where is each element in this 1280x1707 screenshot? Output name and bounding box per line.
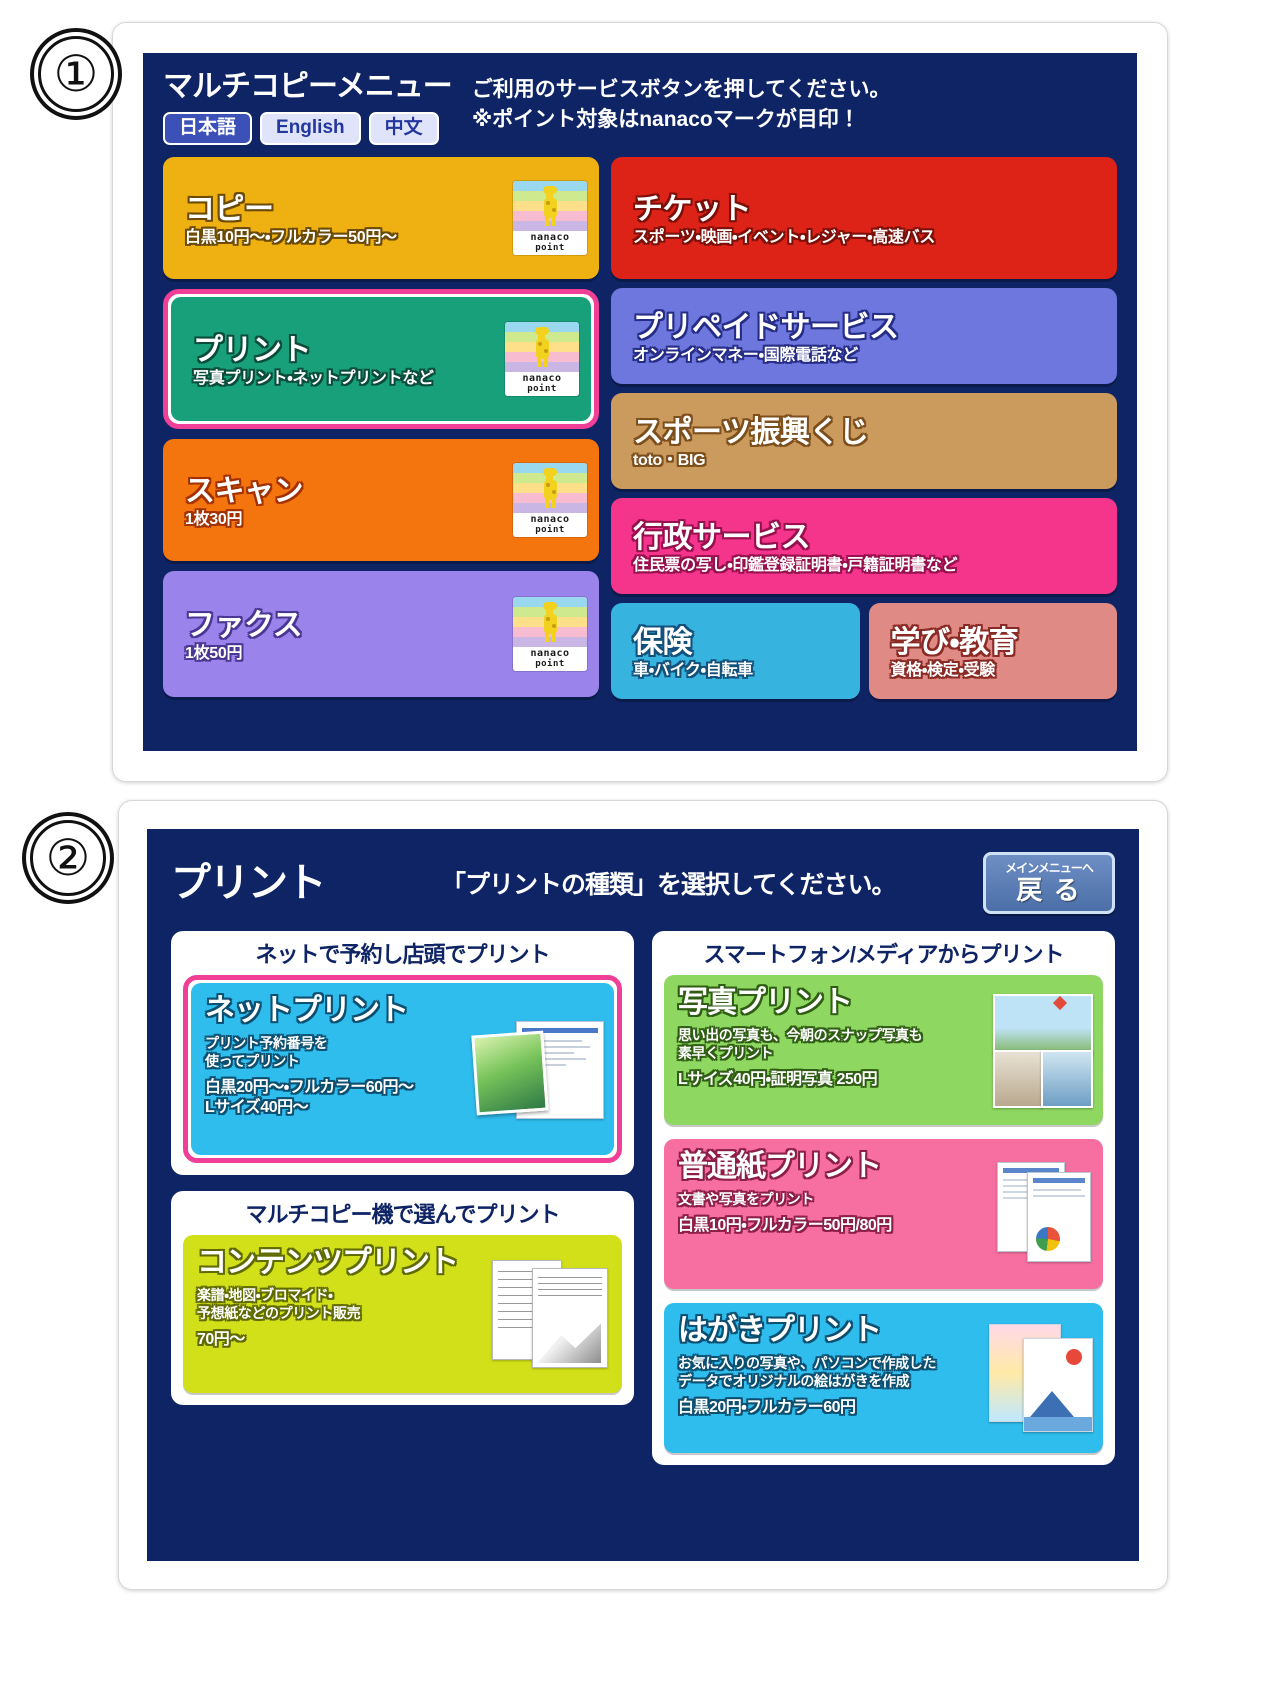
service-button-prepaid[interactable]: プリペイドサービス オンラインマネー・国際電話など xyxy=(611,288,1117,385)
card-content-print-price: 70円〜 xyxy=(197,1331,245,1349)
print-menu-screen: プリント 「プリントの種類」を選択してください。 メインメニューへ 戻 る ネッ… xyxy=(147,829,1139,1561)
content-thumb-icon xyxy=(492,1260,612,1369)
step-badge-1: ① xyxy=(30,28,122,120)
service-button-prepaid-title: プリペイドサービス xyxy=(633,310,899,344)
service-button-sports-lottery[interactable]: スポーツ振興くじ toto・BIG xyxy=(611,393,1117,490)
page-root: ① マルチコピーメニュー 日本語 English 中文 ご利用のサービスボタンを… xyxy=(0,0,1280,1707)
service-button-gov-services-desc: 住民票の写し・印鑑登録証明書・戸籍証明書など xyxy=(633,556,958,574)
service-button-gov-services[interactable]: 行政サービス 住民票の写し・印鑑登録証明書・戸籍証明書など xyxy=(611,498,1117,595)
group-multicopy-heading: マルチコピー機で選んでプリント xyxy=(245,1202,561,1228)
card-photo-print[interactable]: 写真プリント 思い出の写真も、今朝のスナップ写真も 素早くプリント Lサイズ40… xyxy=(664,975,1103,1126)
multicopy-menu-screen: マルチコピーメニュー 日本語 English 中文 ご利用のサービスボタンを押し… xyxy=(143,53,1137,751)
card-netprint-price: 白黒20円〜・フルカラー60円〜 Lサイズ40円〜 xyxy=(205,1078,414,1116)
screenshot-card-2: プリント 「プリントの種類」を選択してください。 メインメニューへ 戻 る ネッ… xyxy=(118,800,1168,1590)
print-right-column: スマートフォン/メディアからプリント 写真プリント 思い出の写真も、今朝のスナッ… xyxy=(652,931,1115,1466)
service-button-ticket-title: チケット xyxy=(633,192,752,226)
print-page-title: プリント xyxy=(171,861,327,905)
card-netprint[interactable]: ネットプリント プリント予約番号を 使ってプリント 白黒20円〜・フルカラー60… xyxy=(191,983,614,1156)
lang-button-zh[interactable]: 中文 xyxy=(368,111,439,146)
language-switcher: 日本語 English 中文 xyxy=(163,111,452,146)
step-badge-1-label: ① xyxy=(38,36,114,112)
print-left-column: ネットで予約し店頭でプリント ネットプリント プリント予約番号を 使ってプリント… xyxy=(171,931,634,1465)
service-button-sports-lottery-title: スポーツ振興くじ xyxy=(633,415,869,449)
nanaco-label-1: nanaco xyxy=(530,232,570,244)
service-button-insurance[interactable]: 保険 車・バイク・自転車 xyxy=(611,603,860,700)
nanaco-label-1: nanaco xyxy=(522,373,562,385)
menu-header-left: マルチコピーメニュー 日本語 English 中文 xyxy=(163,70,453,146)
card-plain-paper-print-title: 普通紙プリント xyxy=(678,1150,882,1184)
postcard-thumb-icon xyxy=(989,1324,1093,1433)
step-badge-2: ② xyxy=(22,812,114,904)
card-postcard-print-price: 白黒20円・フルカラー60円 xyxy=(678,1398,856,1416)
menu-left-column: コピー 白黒10円〜・フルカラー50円〜 nanaco point プリント 写… xyxy=(163,157,599,715)
group-net-reserve: ネットで予約し店頭でプリント ネットプリント プリント予約番号を 使ってプリント… xyxy=(171,931,634,1176)
page-title: マルチコピーメニュー xyxy=(163,70,453,103)
card-postcard-print[interactable]: はがきプリント お気に入りの写真や、パソコンで作成した データでオリジナルの絵は… xyxy=(664,1303,1103,1454)
card-content-print-desc: 楽譜・地図・ブロマイド・ 予想紙などのプリント販売 xyxy=(197,1286,361,1321)
print-header: プリント 「プリントの種類」を選択してください。 メインメニューへ 戻 る xyxy=(171,851,1115,915)
nanaco-point-icon: nanaco point xyxy=(513,463,587,538)
nanaco-point-icon: nanaco point xyxy=(513,597,587,672)
menu-instructions: ご利用のサービスボタンを押してください。 ※ポイント対象はnanacoマークが目… xyxy=(472,71,891,136)
group-multicopy-select: マルチコピー機で選んでプリント コンテンツプリント 楽譜・地図・ブロマイド・ 予… xyxy=(171,1191,634,1406)
card-netprint-desc: プリント予約番号を 使ってプリント xyxy=(205,1034,328,1069)
service-button-ticket-desc: スポーツ・映画・イベント・レジャー・高速バス xyxy=(633,228,936,246)
step-badge-2-label: ② xyxy=(30,820,106,896)
card-plain-paper-print-price: 白黒10円・フルカラー50円/80円 xyxy=(678,1216,892,1234)
back-button-label: 戻 る xyxy=(1016,874,1082,905)
card-plain-paper-print-desc: 文書や写真をプリント xyxy=(678,1190,814,1207)
card-postcard-print-desc: お気に入りの写真や、パソコンで作成した データでオリジナルの絵はがきを作成 xyxy=(678,1354,936,1389)
service-button-insurance-title: 保険 xyxy=(633,625,692,659)
netprint-thumb-icon xyxy=(471,1021,604,1120)
service-button-education[interactable]: 学び・教育 資格・検定・受験 xyxy=(868,603,1117,700)
nanaco-label-1: nanaco xyxy=(530,514,570,526)
service-button-print[interactable]: プリント 写真プリント・ネットプリントなど nanaco point xyxy=(171,297,591,422)
service-button-sports-lottery-desc: toto・BIG xyxy=(633,451,706,469)
card-plain-paper-print[interactable]: 普通紙プリント 文書や写真をプリント 白黒10円・フルカラー50円/80円 xyxy=(664,1139,1103,1290)
nanaco-point-icon: nanaco point xyxy=(505,322,579,397)
back-button-caption: メインメニューへ xyxy=(1005,860,1094,875)
service-button-copy[interactable]: コピー 白黒10円〜・フルカラー50円〜 nanaco point xyxy=(163,157,599,280)
service-button-ticket[interactable]: チケット スポーツ・映画・イベント・レジャー・高速バス xyxy=(611,157,1117,280)
menu-bottom-row: 保険 車・バイク・自転車 学び・教育 資格・検定・受験 xyxy=(611,603,1117,700)
group-smartphone-media: スマートフォン/メディアからプリント 写真プリント 思い出の写真も、今朝のスナッ… xyxy=(652,931,1115,1466)
paper-thumb-icon xyxy=(997,1162,1093,1266)
service-button-education-title: 学び・教育 xyxy=(890,625,1019,659)
service-button-education-desc: 資格・検定・受験 xyxy=(890,661,996,679)
card-postcard-print-title: はがきプリント xyxy=(678,1314,882,1348)
service-button-fax[interactable]: ファクス 1枚50円 nanaco point xyxy=(163,571,599,698)
lang-button-ja[interactable]: 日本語 xyxy=(163,111,253,146)
group-smartphone-heading: スマートフォン/メディアからプリント xyxy=(703,942,1065,967)
print-instruction: 「プリントの種類」を選択してください。 xyxy=(441,871,897,899)
nanaco-label-2: point xyxy=(535,525,565,536)
screenshot-card-1: マルチコピーメニュー 日本語 English 中文 ご利用のサービスボタンを押し… xyxy=(112,22,1168,782)
print-type-grid: ネットで予約し店頭でプリント ネットプリント プリント予約番号を 使ってプリント… xyxy=(171,931,1115,1466)
service-button-print-selection[interactable]: プリント 写真プリント・ネットプリントなど nanaco point xyxy=(163,289,599,430)
service-button-insurance-desc: 車・バイク・自転車 xyxy=(633,661,753,679)
nanaco-label-2: point xyxy=(535,659,565,670)
photo-thumb-icon xyxy=(989,994,1093,1109)
card-content-print[interactable]: コンテンツプリント 楽譜・地図・ブロマイド・ 予想紙などのプリント販売 70円〜 xyxy=(183,1235,622,1394)
card-photo-print-title: 写真プリント xyxy=(678,986,853,1020)
card-photo-print-price: Lサイズ40円・証明写真 250円 xyxy=(678,1070,878,1088)
nanaco-label-2: point xyxy=(527,384,557,395)
service-button-scan[interactable]: スキャン 1枚30円 nanaco point xyxy=(163,439,599,562)
nanaco-point-icon: nanaco point xyxy=(513,181,587,256)
menu-instruction-line-2: ※ポイント対象はnanacoマークが目印！ xyxy=(471,108,860,132)
service-button-gov-services-title: 行政サービス xyxy=(633,520,811,554)
card-netprint-title: ネットプリント xyxy=(205,994,409,1028)
menu-header: マルチコピーメニュー 日本語 English 中文 ご利用のサービスボタンを押し… xyxy=(163,70,1117,146)
nanaco-label-1: nanaco xyxy=(530,648,570,660)
lang-button-en[interactable]: English xyxy=(260,111,361,146)
card-photo-print-desc: 思い出の写真も、今朝のスナップ写真も 素早くプリント xyxy=(678,1026,923,1061)
service-button-prepaid-desc: オンラインマネー・国際電話など xyxy=(633,346,858,364)
card-content-print-title: コンテンツプリント xyxy=(197,1246,459,1280)
menu-right-column: チケット スポーツ・映画・イベント・レジャー・高速バス プリペイドサービス オン… xyxy=(611,157,1117,715)
nanaco-label-2: point xyxy=(535,243,565,254)
group-net-reserve-heading: ネットで予約し店頭でプリント xyxy=(255,942,550,967)
menu-instruction-line-1: ご利用のサービスボタンを押してください。 xyxy=(471,78,891,101)
back-to-main-menu-button[interactable]: メインメニューへ 戻 る xyxy=(983,852,1115,914)
card-netprint-selection[interactable]: ネットプリント プリント予約番号を 使ってプリント 白黒20円〜・フルカラー60… xyxy=(183,975,622,1164)
menu-button-grid: コピー 白黒10円〜・フルカラー50円〜 nanaco point プリント 写… xyxy=(163,157,1117,715)
